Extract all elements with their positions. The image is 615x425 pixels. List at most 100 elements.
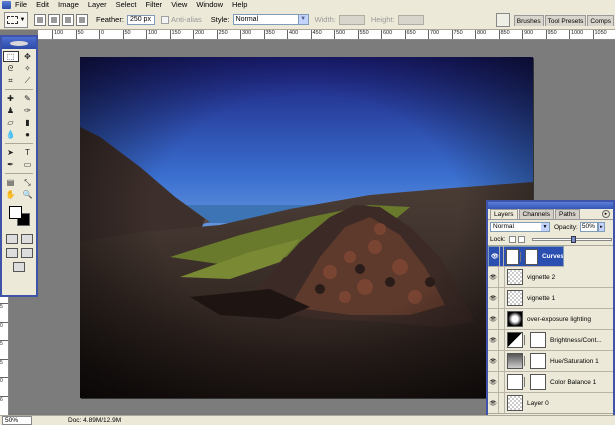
eye-icon[interactable]: 👁 bbox=[488, 371, 499, 393]
tool-preset-picker[interactable]: ▼ bbox=[4, 11, 28, 28]
hand-tool-icon[interactable]: ✋ bbox=[3, 189, 19, 200]
opacity-slider-knob[interactable] bbox=[570, 236, 576, 243]
opacity-arrow-icon[interactable]: ▸ bbox=[597, 222, 605, 232]
width-input[interactable] bbox=[338, 14, 365, 25]
layer-row[interactable]: 👁 Layer 0 bbox=[488, 392, 613, 414]
zoom-field[interactable]: 50% bbox=[2, 416, 32, 425]
layer-row[interactable]: 👁 Color Balance 1 bbox=[488, 371, 613, 393]
foreground-color-swatch[interactable] bbox=[9, 206, 22, 219]
style-select[interactable]: Normal ▼ bbox=[232, 14, 309, 25]
slice-tool-icon[interactable]: ⟋ bbox=[20, 75, 36, 86]
menu-help[interactable]: Help bbox=[232, 0, 247, 10]
standard-mode-button[interactable] bbox=[5, 234, 18, 244]
tab-layers[interactable]: Layers bbox=[490, 209, 518, 219]
move-tool-icon[interactable]: ✥ bbox=[20, 51, 36, 62]
well-tab-brushes[interactable]: Brushes bbox=[513, 14, 544, 26]
file-browser-icon[interactable] bbox=[495, 13, 510, 27]
palette-menu-icon[interactable]: ▸ bbox=[602, 210, 610, 218]
feather-input[interactable]: 250 px bbox=[126, 14, 155, 25]
dodge-tool-icon[interactable]: ● bbox=[20, 129, 36, 140]
gradient-tool-icon[interactable]: ▮ bbox=[20, 117, 36, 128]
layer-mask-thumbnail[interactable] bbox=[530, 332, 546, 348]
layer-mask-thumbnail[interactable] bbox=[530, 374, 546, 390]
antialias-checkbox[interactable] bbox=[160, 15, 169, 24]
layer-row[interactable]: 👁 vignette 1 bbox=[488, 287, 613, 309]
eye-icon[interactable]: 👁 bbox=[488, 392, 499, 414]
layer-row[interactable]: 👁 vignette 2 bbox=[488, 266, 613, 288]
menu-select[interactable]: Select bbox=[116, 0, 137, 10]
add-selection-button[interactable] bbox=[48, 13, 60, 26]
menu-filter[interactable]: Filter bbox=[146, 0, 163, 10]
screen-mode-standard-button[interactable] bbox=[5, 248, 18, 258]
eye-icon[interactable]: 👁 bbox=[488, 266, 499, 288]
menu-edit[interactable]: Edit bbox=[36, 0, 49, 10]
layer-link-slot[interactable] bbox=[499, 287, 505, 309]
layer-link-slot[interactable] bbox=[499, 266, 505, 288]
clone-stamp-tool-icon[interactable]: ♟ bbox=[3, 105, 19, 116]
pen-tool-icon[interactable]: ✒ bbox=[3, 159, 19, 170]
menu-layer[interactable]: Layer bbox=[88, 0, 107, 10]
ruler-tick: 400 bbox=[287, 30, 298, 39]
lasso-tool-icon[interactable]: ᘓ bbox=[3, 63, 19, 74]
eye-icon[interactable]: 👁 bbox=[488, 287, 499, 309]
blend-mode-select[interactable]: Normal ▼ bbox=[490, 222, 550, 232]
tab-channels[interactable]: Channels bbox=[518, 209, 554, 219]
height-input[interactable] bbox=[397, 14, 424, 25]
opacity-input[interactable]: 50% bbox=[579, 222, 598, 232]
chain-link-icon[interactable] bbox=[524, 335, 529, 345]
notes-tool-icon[interactable]: ▤ bbox=[3, 177, 19, 188]
eye-icon[interactable]: 👁 bbox=[488, 308, 499, 330]
jump-to-imageready-button[interactable] bbox=[13, 262, 25, 272]
subtract-selection-button[interactable] bbox=[62, 13, 74, 26]
layer-row[interactable]: 👁 Curves 1 bbox=[488, 246, 564, 267]
well-tab-comps[interactable]: Comps bbox=[587, 14, 614, 26]
layer-link-slot[interactable] bbox=[499, 350, 505, 372]
opacity-slider[interactable] bbox=[532, 236, 612, 243]
layer-row[interactable]: 👁 Brightness/Cont... bbox=[488, 329, 613, 351]
chain-link-icon[interactable] bbox=[524, 377, 529, 387]
healing-brush-tool-icon[interactable]: ✚ bbox=[3, 93, 19, 104]
layer-row[interactable]: 👁 Hue/Saturation 1 bbox=[488, 350, 613, 372]
well-tab-tool-presets[interactable]: Tool Presets bbox=[544, 14, 587, 26]
layer-link-slot[interactable] bbox=[500, 246, 505, 267]
layer-link-slot[interactable] bbox=[499, 329, 505, 351]
screen-mode-full-button[interactable] bbox=[20, 248, 33, 258]
layer-link-slot[interactable] bbox=[499, 392, 505, 414]
blur-tool-icon[interactable]: 💧 bbox=[3, 129, 19, 140]
magic-wand-tool-icon[interactable]: ✧ bbox=[20, 63, 36, 74]
menu-file[interactable]: File bbox=[15, 0, 27, 10]
history-brush-tool-icon[interactable]: ✑ bbox=[20, 105, 36, 116]
layer-mask-thumbnail[interactable] bbox=[530, 353, 546, 369]
eraser-tool-icon[interactable]: ▱ bbox=[3, 117, 19, 128]
toolbox-header[interactable] bbox=[2, 37, 36, 49]
layer-link-slot[interactable] bbox=[499, 308, 505, 330]
zoom-tool-icon[interactable]: 🔍 bbox=[20, 189, 36, 200]
lock-paint-icon[interactable] bbox=[517, 236, 525, 243]
eyedropper-tool-icon[interactable]: ⤡ bbox=[20, 177, 36, 188]
chain-link-icon[interactable] bbox=[520, 251, 524, 262]
shape-tool-icon[interactable]: ▭ bbox=[20, 159, 36, 170]
new-selection-button[interactable] bbox=[34, 13, 46, 26]
eye-icon[interactable]: 👁 bbox=[488, 329, 499, 351]
rect-marquee-tool-icon[interactable]: ⬚ bbox=[2, 51, 19, 62]
tab-paths[interactable]: Paths bbox=[554, 209, 580, 219]
menu-window[interactable]: Window bbox=[196, 0, 223, 10]
palette-title-bar[interactable] bbox=[488, 202, 613, 209]
document-canvas[interactable] bbox=[80, 57, 533, 398]
lock-transparency-icon[interactable] bbox=[508, 236, 516, 243]
eye-icon[interactable]: 👁 bbox=[491, 246, 500, 267]
layer-mask-thumbnail[interactable] bbox=[525, 248, 538, 265]
layer-link-slot[interactable] bbox=[499, 371, 505, 393]
type-tool-icon[interactable]: T bbox=[20, 147, 36, 158]
quick-mask-mode-button[interactable] bbox=[20, 234, 33, 244]
horizontal-ruler[interactable]: 100 50 0 50 100 150 200 250 300 350 400 450 500 550 60… bbox=[38, 30, 615, 40]
menu-image[interactable]: Image bbox=[58, 0, 79, 10]
layer-row[interactable]: 👁 over-exposure lighting bbox=[488, 308, 613, 330]
brush-tool-icon[interactable]: ✎ bbox=[20, 93, 36, 104]
path-selection-tool-icon[interactable]: ➤ bbox=[3, 147, 19, 158]
chain-link-icon[interactable] bbox=[524, 356, 529, 366]
eye-icon[interactable]: 👁 bbox=[488, 350, 499, 372]
menu-view[interactable]: View bbox=[171, 0, 187, 10]
crop-tool-icon[interactable]: ⌗ bbox=[3, 75, 19, 86]
intersect-selection-button[interactable] bbox=[76, 13, 88, 26]
